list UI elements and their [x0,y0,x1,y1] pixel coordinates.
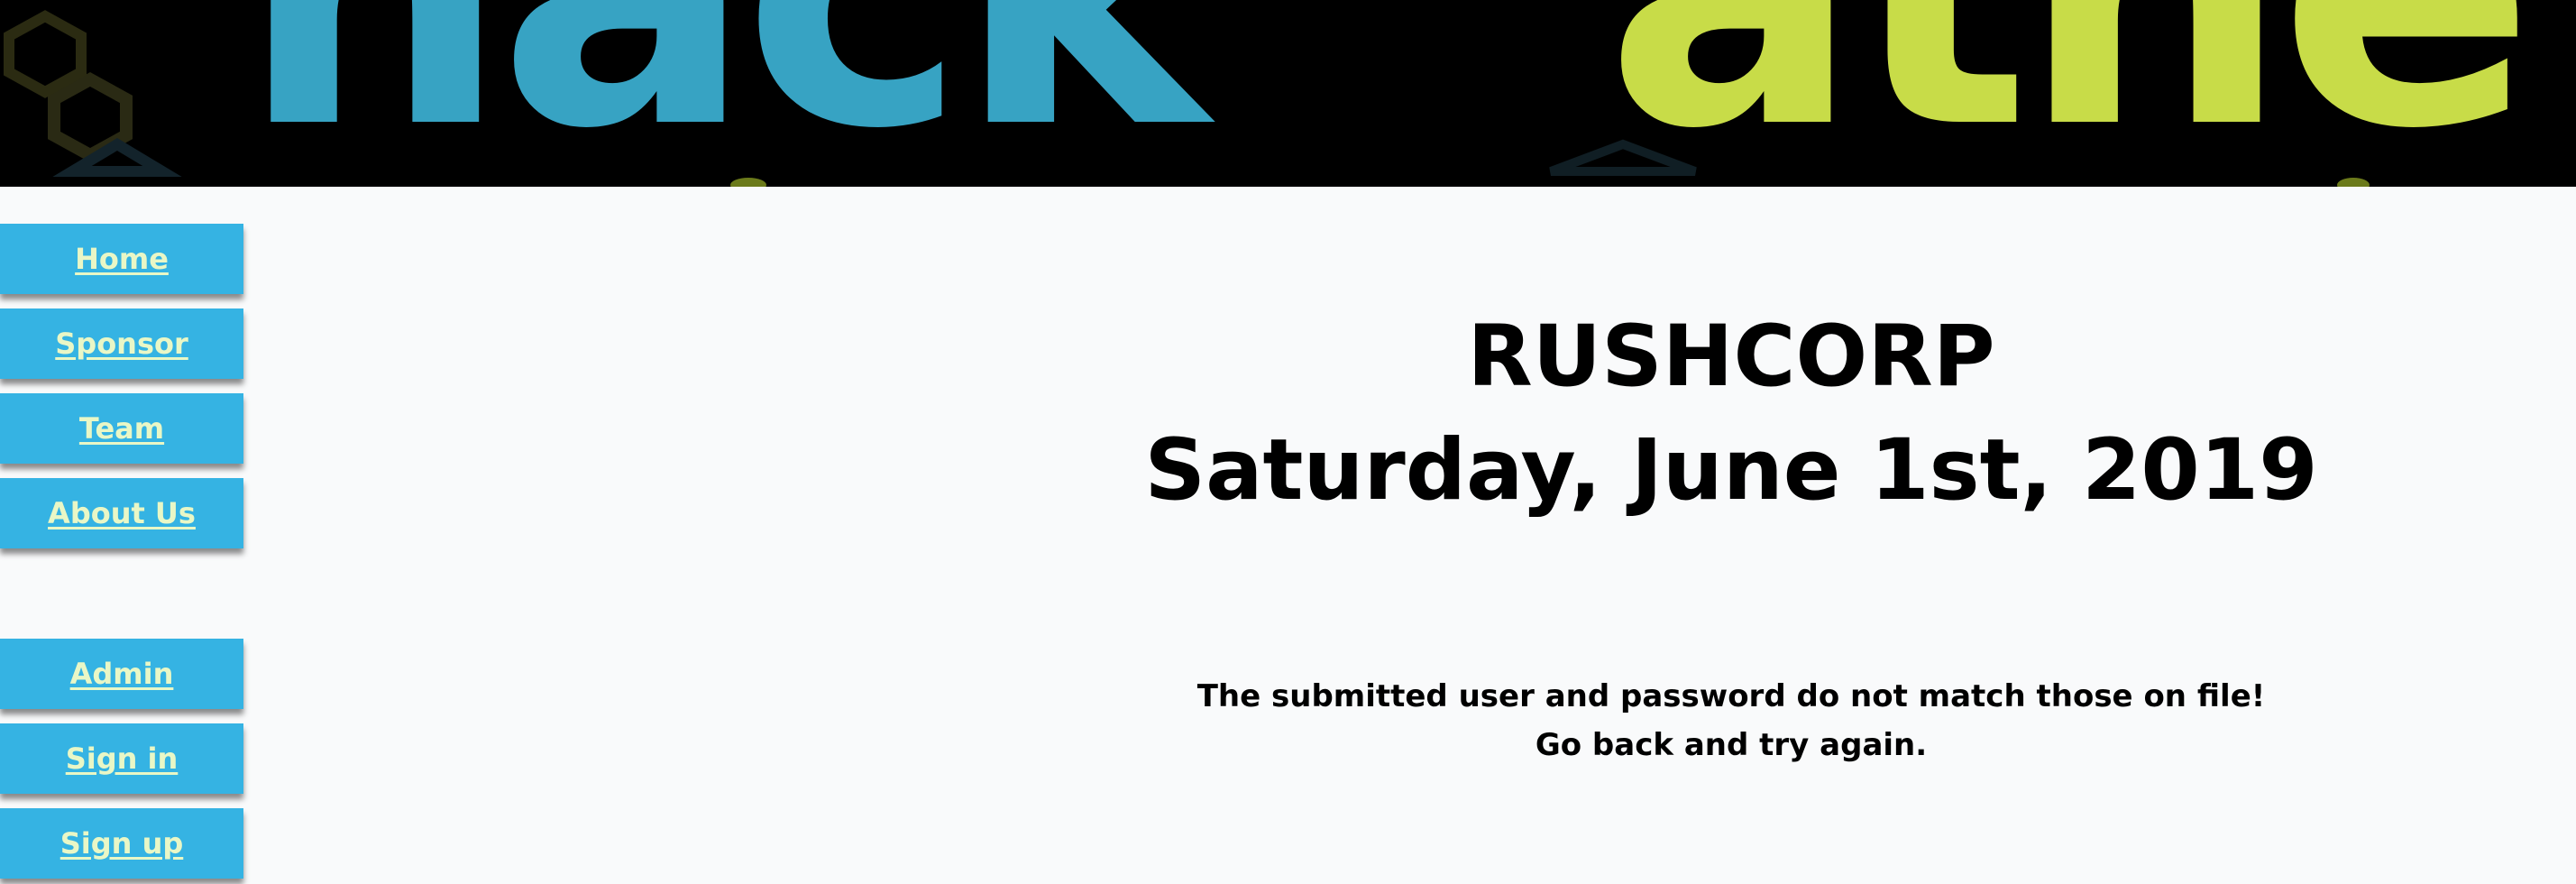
error-instruction: Go back and try again. [1535,727,1928,763]
event-date: Saturday, June 1st, 2019 [1144,421,2318,520]
header-banner: hack athe [0,0,2576,187]
error-message: The submitted user and password do not m… [1196,678,2266,714]
hackathon-logo-banner: hack athe [0,0,2576,187]
banner-text-right: athe [1605,0,2525,187]
nav-about-us-button[interactable]: About Us [0,478,243,548]
nav-team-label[interactable]: Team [79,411,164,446]
nav-sign-in-label[interactable]: Sign in [66,741,179,776]
nav-home-label[interactable]: Home [75,242,169,276]
nav-admin-label[interactable]: Admin [70,657,174,691]
nav-team-button[interactable]: Team [0,393,243,464]
nav-home-button[interactable]: Home [0,224,243,294]
nav-sponsor-button[interactable]: Sponsor [0,308,243,379]
nav-sign-up-label[interactable]: Sign up [60,826,184,861]
banner-text-left: hack [239,0,1216,187]
nav-sign-in-button[interactable]: Sign in [0,723,243,794]
page-title: RUSHCORP [1467,308,1995,406]
nav-about-us-label[interactable]: About Us [48,496,196,530]
nav-sponsor-label[interactable]: Sponsor [55,327,188,361]
nav-admin-button[interactable]: Admin [0,639,243,709]
nav-sign-up-button[interactable]: Sign up [0,808,243,879]
